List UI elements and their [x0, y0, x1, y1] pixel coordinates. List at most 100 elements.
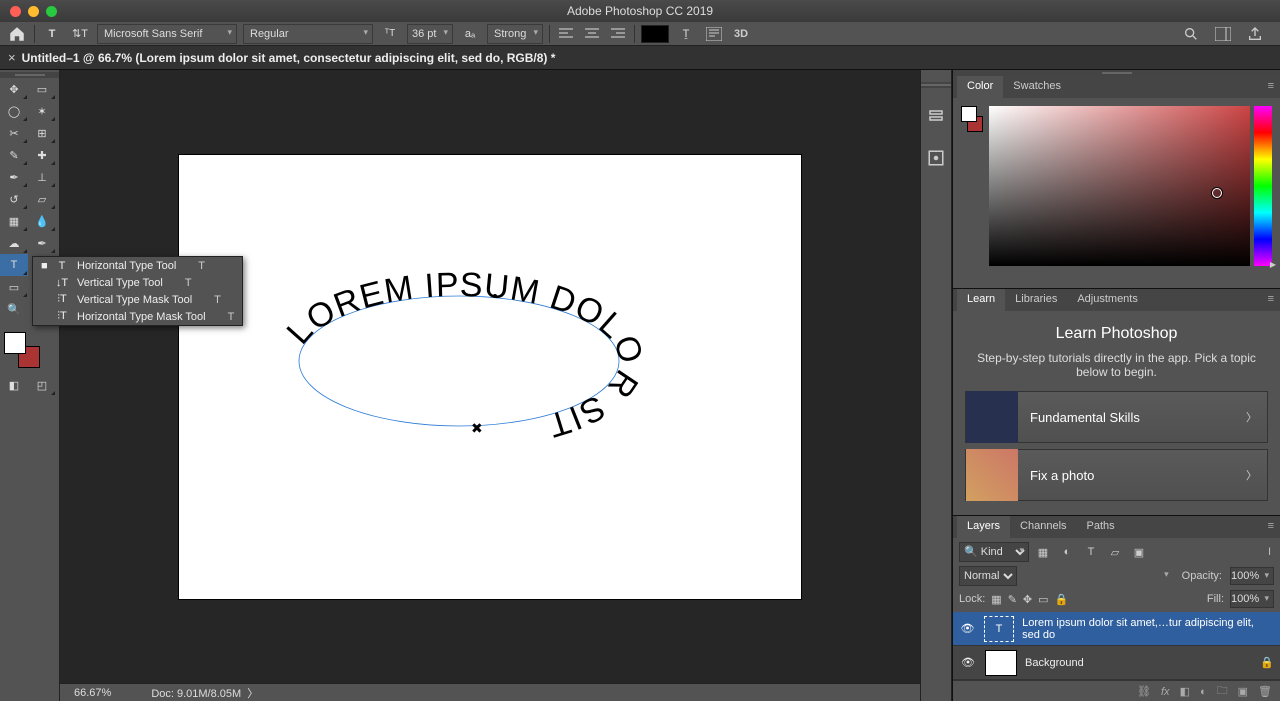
tab-layers[interactable]: Layers [957, 516, 1010, 538]
font-family-select[interactable]: Microsoft Sans Serif [97, 24, 237, 44]
lasso-tool[interactable]: ◯ [0, 100, 28, 122]
visibility-toggle[interactable]: 👁 [959, 656, 977, 669]
color-field[interactable] [989, 106, 1250, 266]
minimize-window-button[interactable] [28, 6, 39, 17]
panel-menu-icon[interactable]: ≡ [1262, 289, 1280, 311]
filter-pixel-icon[interactable]: ▦ [1035, 544, 1051, 560]
eraser-tool[interactable]: ▱ [28, 188, 56, 210]
tab-paths[interactable]: Paths [1077, 516, 1125, 538]
text-on-path[interactable]: LOREM IPSUM DOLOR SIT ✖ [269, 251, 569, 381]
move-tool[interactable]: ✥ [0, 78, 28, 100]
search-icon[interactable] [1180, 23, 1202, 45]
history-brush-tool[interactable]: ↺ [0, 188, 28, 210]
home-icon[interactable] [6, 23, 28, 45]
learn-card-fundamental[interactable]: Fundamental Skills 〉 [965, 391, 1268, 443]
healing-tool[interactable]: ✚ [28, 144, 56, 166]
dodge-tool[interactable]: ☁ [0, 232, 28, 254]
adjustment-layer-icon[interactable]: ◐ [1200, 686, 1207, 698]
learn-card-fix-photo[interactable]: Fix a photo 〉 [965, 449, 1268, 501]
filter-adjustment-icon[interactable]: ◐ [1059, 544, 1075, 560]
layer-item-text[interactable]: 👁 T Lorem ipsum dolor sit amet,…tur adip… [953, 612, 1280, 646]
align-center-button[interactable] [582, 25, 602, 43]
panel-menu-icon[interactable]: ≡ [1262, 76, 1280, 98]
mask-icon[interactable]: ◧ [1180, 685, 1190, 698]
color-panel-fgbg[interactable] [961, 106, 985, 280]
close-document-button[interactable]: × [8, 50, 16, 65]
pen-tool[interactable]: ✒ [28, 232, 56, 254]
tab-swatches[interactable]: Swatches [1003, 76, 1071, 98]
lock-pixels-icon[interactable]: ✎ [1008, 593, 1017, 606]
group-icon[interactable]: 🗀 [1217, 682, 1228, 701]
opacity-input[interactable] [1230, 567, 1274, 585]
font-size-input[interactable] [407, 24, 453, 44]
layer-name[interactable]: Background [1025, 657, 1084, 669]
fx-icon[interactable]: fx [1161, 686, 1170, 698]
properties-panel-icon[interactable] [927, 149, 945, 170]
tab-channels[interactable]: Channels [1010, 516, 1076, 538]
brush-tool[interactable]: ✒ [0, 166, 28, 188]
tab-color[interactable]: Color [957, 76, 1003, 98]
filter-shape-icon[interactable]: ▱ [1107, 544, 1123, 560]
tab-learn[interactable]: Learn [957, 289, 1005, 311]
frame-tool[interactable]: ⊞ [28, 122, 56, 144]
new-layer-icon[interactable]: ▣ [1238, 685, 1248, 698]
eyedropper-tool[interactable]: ✎ [0, 144, 28, 166]
font-style-select[interactable]: Regular [243, 24, 373, 44]
lock-all-icon[interactable]: 🔒 [1055, 593, 1069, 606]
visibility-toggle[interactable]: 👁 [959, 622, 976, 635]
crop-tool[interactable]: ✂ [0, 122, 28, 144]
artboard[interactable]: LOREM IPSUM DOLOR SIT ✖ [179, 155, 801, 599]
filter-type-icon[interactable]: T [1083, 544, 1099, 560]
anti-alias-select[interactable]: Strong [487, 24, 543, 44]
lock-artboard-icon[interactable]: ▭ [1038, 593, 1048, 606]
lock-transparent-icon[interactable]: ▦ [991, 593, 1001, 606]
warp-text-icon[interactable]: Ṯ [675, 23, 697, 45]
tab-adjustments[interactable]: Adjustments [1067, 289, 1148, 311]
gradient-tool[interactable]: ▦ [0, 210, 28, 232]
paragraph-panel-icon[interactable] [703, 23, 725, 45]
link-layers-icon[interactable]: ⛓ [1137, 685, 1151, 698]
doc-info[interactable]: Doc: 9.01M/8.05M 〉 [151, 685, 258, 701]
delete-layer-icon[interactable]: 🗑 [1258, 685, 1272, 698]
text-color-swatch[interactable] [641, 25, 669, 43]
maximize-window-button[interactable] [46, 6, 57, 17]
layer-filter-icons: ▦ ◐ T ▱ ▣ [1035, 544, 1147, 560]
type-tool[interactable]: T [0, 254, 28, 276]
foreground-background-colors[interactable] [0, 326, 59, 374]
filter-toggle[interactable]: ⏽ [1265, 546, 1274, 559]
3d-text-icon[interactable]: 3D [731, 25, 751, 43]
zoom-tool[interactable]: 🔍 [0, 298, 28, 320]
blur-tool[interactable]: 💧 [28, 210, 56, 232]
align-right-button[interactable] [608, 25, 628, 43]
rectangle-tool[interactable]: ▭ [0, 276, 28, 298]
lock-position-icon[interactable]: ✥ [1023, 593, 1032, 606]
artboard-tool[interactable]: ▭ [28, 78, 56, 100]
flyout-vertical-type[interactable]: ↓TVertical Type ToolT [33, 274, 242, 291]
tab-libraries[interactable]: Libraries [1005, 289, 1067, 311]
quick-select-tool[interactable]: ✶ [28, 100, 56, 122]
align-left-button[interactable] [556, 25, 576, 43]
hue-slider[interactable]: ▶ [1254, 106, 1272, 266]
layer-name[interactable]: Lorem ipsum dolor sit amet,…tur adipisci… [1022, 617, 1274, 641]
stamp-tool[interactable]: ⊥ [28, 166, 56, 188]
panel-menu-icon[interactable]: ≡ [1262, 516, 1280, 538]
flyout-vertical-type-mask[interactable]: ⫶TVertical Type Mask ToolT [33, 291, 242, 308]
foreground-color[interactable] [4, 332, 26, 354]
blend-mode-select[interactable]: Normal [959, 566, 1017, 586]
lock-icon: 🔒 [1260, 656, 1274, 669]
flyout-horizontal-type-mask[interactable]: ⫶THorizontal Type Mask ToolT [33, 308, 242, 325]
fill-input[interactable] [1230, 590, 1274, 608]
text-orientation-icon[interactable]: ⇅T [69, 23, 91, 45]
zoom-level[interactable]: 66.67% [74, 687, 111, 699]
flyout-horizontal-type[interactable]: ■THorizontal Type ToolT [33, 257, 242, 274]
filter-smart-icon[interactable]: ▣ [1131, 544, 1147, 560]
screenmode-tool[interactable]: ◰ [28, 374, 56, 396]
history-panel-icon[interactable] [927, 108, 945, 129]
layer-filter-kind[interactable]: 🔍 Kind [959, 542, 1029, 562]
close-window-button[interactable] [10, 6, 21, 17]
share-icon[interactable] [1244, 23, 1266, 45]
layer-item-background[interactable]: 👁 Background 🔒 [953, 646, 1280, 680]
tool-preset-icon[interactable]: T [41, 23, 63, 45]
workspace-icon[interactable] [1212, 23, 1234, 45]
quickmask-tool[interactable]: ◧ [0, 374, 28, 396]
